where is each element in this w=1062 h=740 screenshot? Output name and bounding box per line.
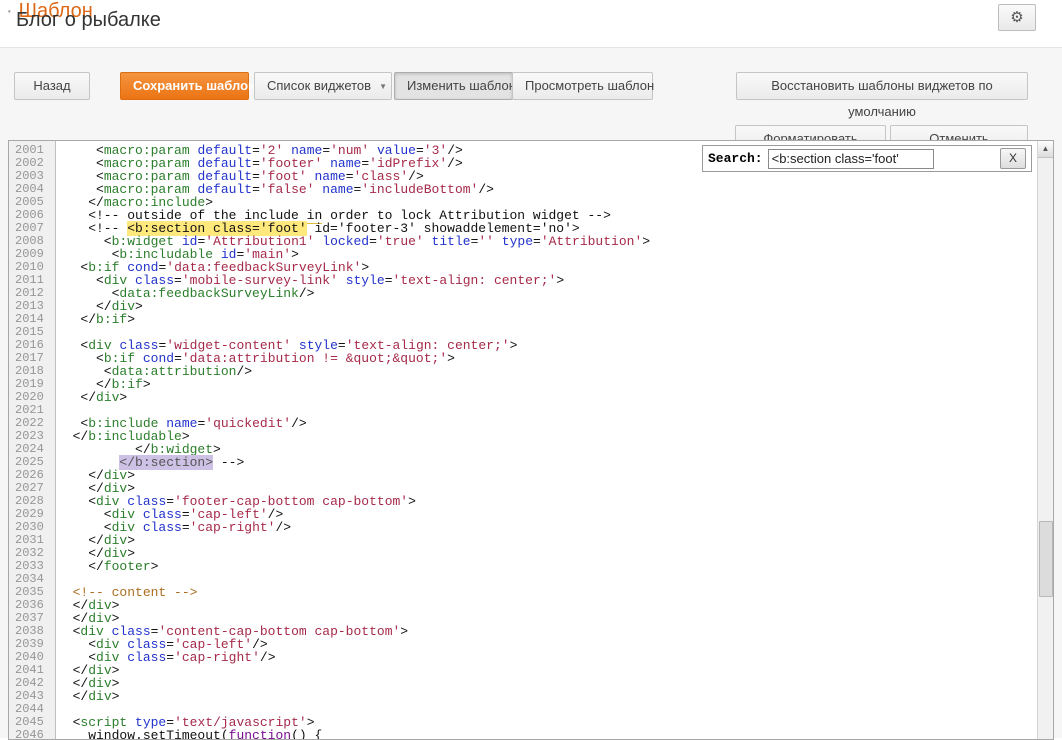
code-line[interactable]: </div>: [57, 677, 1038, 690]
code-line[interactable]: </div>: [57, 391, 1038, 404]
code-line[interactable]: </div>: [57, 664, 1038, 677]
code-line[interactable]: <!-- content -->: [57, 586, 1038, 599]
code-line[interactable]: </b:if>: [57, 378, 1038, 391]
code-line[interactable]: </div>: [57, 599, 1038, 612]
search-label: Search:: [708, 151, 763, 166]
code-line[interactable]: <data:attribution/>: [57, 365, 1038, 378]
code-line[interactable]: <data:feedbackSurveyLink/>: [57, 287, 1038, 300]
page-header: Блог о рыбалке·Шаблон ⚙: [0, 0, 1062, 48]
code-line[interactable]: </b:section> -->: [57, 456, 1038, 469]
code-line[interactable]: </div>: [57, 469, 1038, 482]
code-line[interactable]: </div>: [57, 300, 1038, 313]
code-line[interactable]: <b:include name='quickedit'/>: [57, 417, 1038, 430]
code-line[interactable]: </footer>: [57, 560, 1038, 573]
gear-icon: ⚙: [1010, 9, 1023, 26]
code-line[interactable]: </div>: [57, 547, 1038, 560]
search-bar: Search: X: [702, 145, 1032, 172]
chevron-down-icon: ▼: [379, 82, 387, 91]
widgets-list-dropdown[interactable]: Список виджетов ▼: [254, 72, 392, 100]
settings-button[interactable]: ⚙: [998, 4, 1036, 31]
vertical-scrollbar[interactable]: ▲: [1037, 141, 1053, 739]
scrollbar-thumb[interactable]: [1039, 521, 1053, 597]
code-line[interactable]: <div class='cap-right'/>: [57, 651, 1038, 664]
template-code-editor[interactable]: 2001200220032004200520062007200820092010…: [8, 140, 1054, 740]
search-close-button[interactable]: X: [1000, 148, 1026, 169]
restore-widget-templates-button[interactable]: Восстановить шаблоны виджетов по умолчан…: [736, 72, 1028, 100]
code-line[interactable]: </b:if>: [57, 313, 1038, 326]
scroll-up-arrow-icon[interactable]: ▲: [1038, 141, 1053, 158]
code-line[interactable]: <div class='cap-right'/>: [57, 521, 1038, 534]
code-line[interactable]: </div>: [57, 534, 1038, 547]
line-number-gutter: 2001200220032004200520062007200820092010…: [9, 141, 56, 739]
line-number: 2046: [9, 729, 55, 740]
widgets-list-label: Список виджетов: [267, 78, 371, 93]
toolbar-left: Назад Сохранить шаблон Список виджетов ▼ Изм…: [14, 72, 653, 100]
code-line[interactable]: window.setTimeout(function() {: [57, 729, 1038, 740]
back-button[interactable]: Назад: [14, 72, 90, 100]
edit-template-button[interactable]: Изменить шаблон: [394, 72, 513, 100]
breadcrumb-separator: ·: [6, 0, 13, 22]
blog-title: Блог о рыбалке: [16, 9, 161, 32]
save-template-button[interactable]: Сохранить шаблон: [120, 72, 249, 100]
code-line[interactable]: </div>: [57, 690, 1038, 703]
preview-template-button[interactable]: Просмотреть шаблон: [512, 72, 653, 100]
search-input[interactable]: [768, 149, 934, 169]
code-line[interactable]: [57, 573, 1038, 586]
code-area[interactable]: <macro:param default='2' name='num' valu…: [57, 144, 1038, 740]
